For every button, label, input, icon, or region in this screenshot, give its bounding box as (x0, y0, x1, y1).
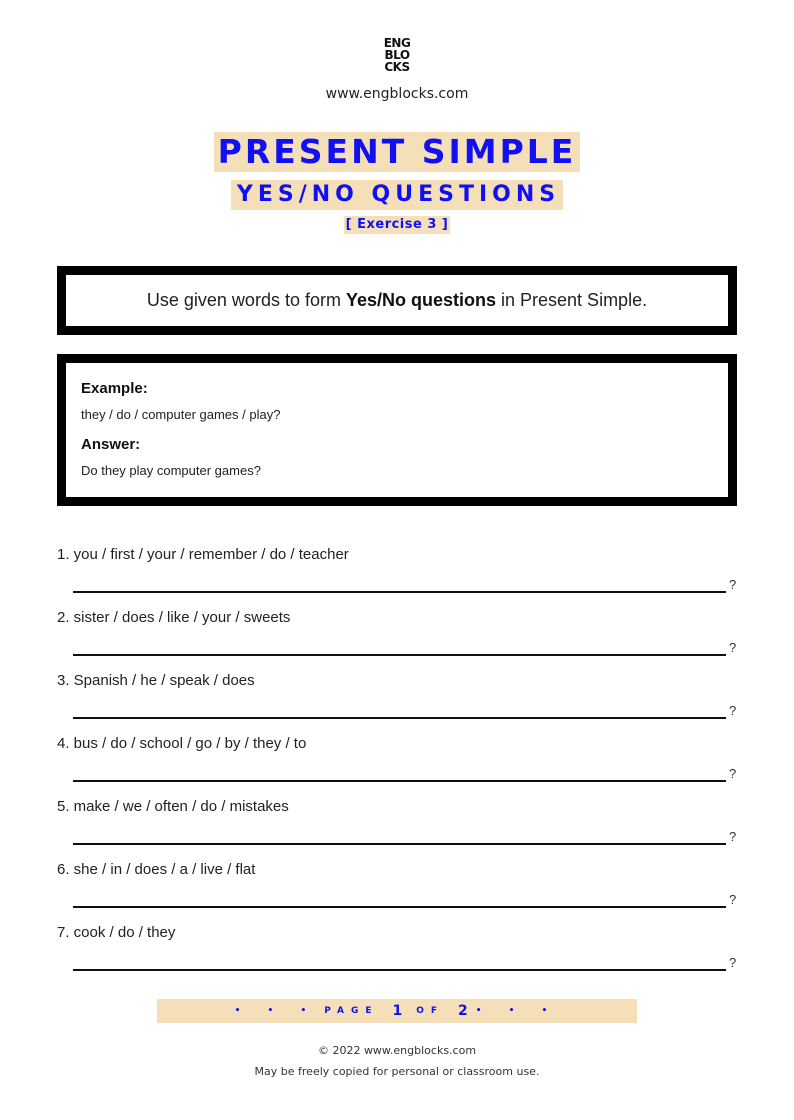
question-prompt: 4. bus / do / school / go / by / they / … (57, 735, 307, 752)
question-item: 2. sister / does / like / your / sweets … (57, 608, 747, 671)
dots-right: • • • (475, 1006, 560, 1016)
dots-left: • • • (234, 1006, 319, 1016)
current-page: 1 (392, 1003, 403, 1019)
question-mark: ? (729, 577, 737, 592)
page-word: PAGE (324, 1006, 379, 1016)
copyright-text: © 2022 www.engblocks.com (317, 1044, 477, 1057)
instruction-text: Use given words to form Yes/No questions… (147, 290, 647, 311)
logo-mark: ENG BLO CKS (384, 37, 411, 73)
answer-line[interactable] (73, 780, 726, 782)
question-item: 7. cook / do / they ? (57, 923, 747, 986)
question-mark: ? (729, 955, 737, 970)
total-pages: 2 (458, 1003, 468, 1019)
example-box: Example: they / do / computer games / pl… (57, 354, 737, 506)
instruction-bold: Yes/No questions (345, 290, 497, 310)
exercise-label: [ Exercise 3 ] (343, 216, 451, 234)
page-subtitle: YES/NO QUESTIONS (230, 180, 564, 210)
instruction-after: in Present Simple. (496, 290, 648, 310)
question-list: 1. you / first / your / remember / do / … (57, 545, 747, 986)
question-prompt: 5. make / we / often / do / mistakes (57, 798, 289, 815)
answer-line[interactable] (73, 654, 726, 656)
site-url: www.engblocks.com (325, 86, 469, 102)
answer-text: Do they play computer games? (81, 463, 261, 478)
instruction-before: Use given words to form (146, 290, 346, 310)
question-mark: ? (729, 640, 737, 655)
example-label: Example: (81, 380, 148, 397)
page-indicator: • • • PAGE 1 OF 2 • • • (157, 999, 637, 1023)
answer-line[interactable] (73, 969, 726, 971)
answer-line[interactable] (73, 843, 726, 845)
question-prompt: 7. cook / do / they (57, 924, 176, 941)
page-title: PRESENT SIMPLE (213, 132, 581, 172)
license-text: May be freely copied for personal or cla… (254, 1065, 540, 1078)
question-prompt: 3. Spanish / he / speak / does (57, 672, 255, 689)
question-mark: ? (729, 703, 737, 718)
question-item: 1. you / first / your / remember / do / … (57, 545, 747, 608)
question-mark: ? (729, 766, 737, 781)
answer-line[interactable] (73, 591, 726, 593)
answer-label: Answer: (81, 436, 141, 453)
answer-line[interactable] (73, 906, 726, 908)
answer-line[interactable] (73, 717, 726, 719)
question-mark: ? (729, 892, 737, 907)
engblocks-logo: ENG BLO CKS (0, 37, 794, 76)
question-item: 3. Spanish / he / speak / does ? (57, 671, 747, 734)
logo-line: CKS (384, 60, 410, 74)
of-word: OF (416, 1006, 445, 1016)
question-prompt: 6. she / in / does / a / live / flat (57, 861, 256, 878)
example-text: they / do / computer games / play? (81, 407, 281, 422)
question-prompt: 1. you / first / your / remember / do / … (57, 546, 349, 563)
question-prompt: 2. sister / does / like / your / sweets (57, 609, 291, 626)
question-mark: ? (729, 829, 737, 844)
question-item: 5. make / we / often / do / mistakes ? (57, 797, 747, 860)
question-item: 6. she / in / does / a / live / flat ? (57, 860, 747, 923)
question-item: 4. bus / do / school / go / by / they / … (57, 734, 747, 797)
instruction-box: Use given words to form Yes/No questions… (57, 266, 737, 335)
